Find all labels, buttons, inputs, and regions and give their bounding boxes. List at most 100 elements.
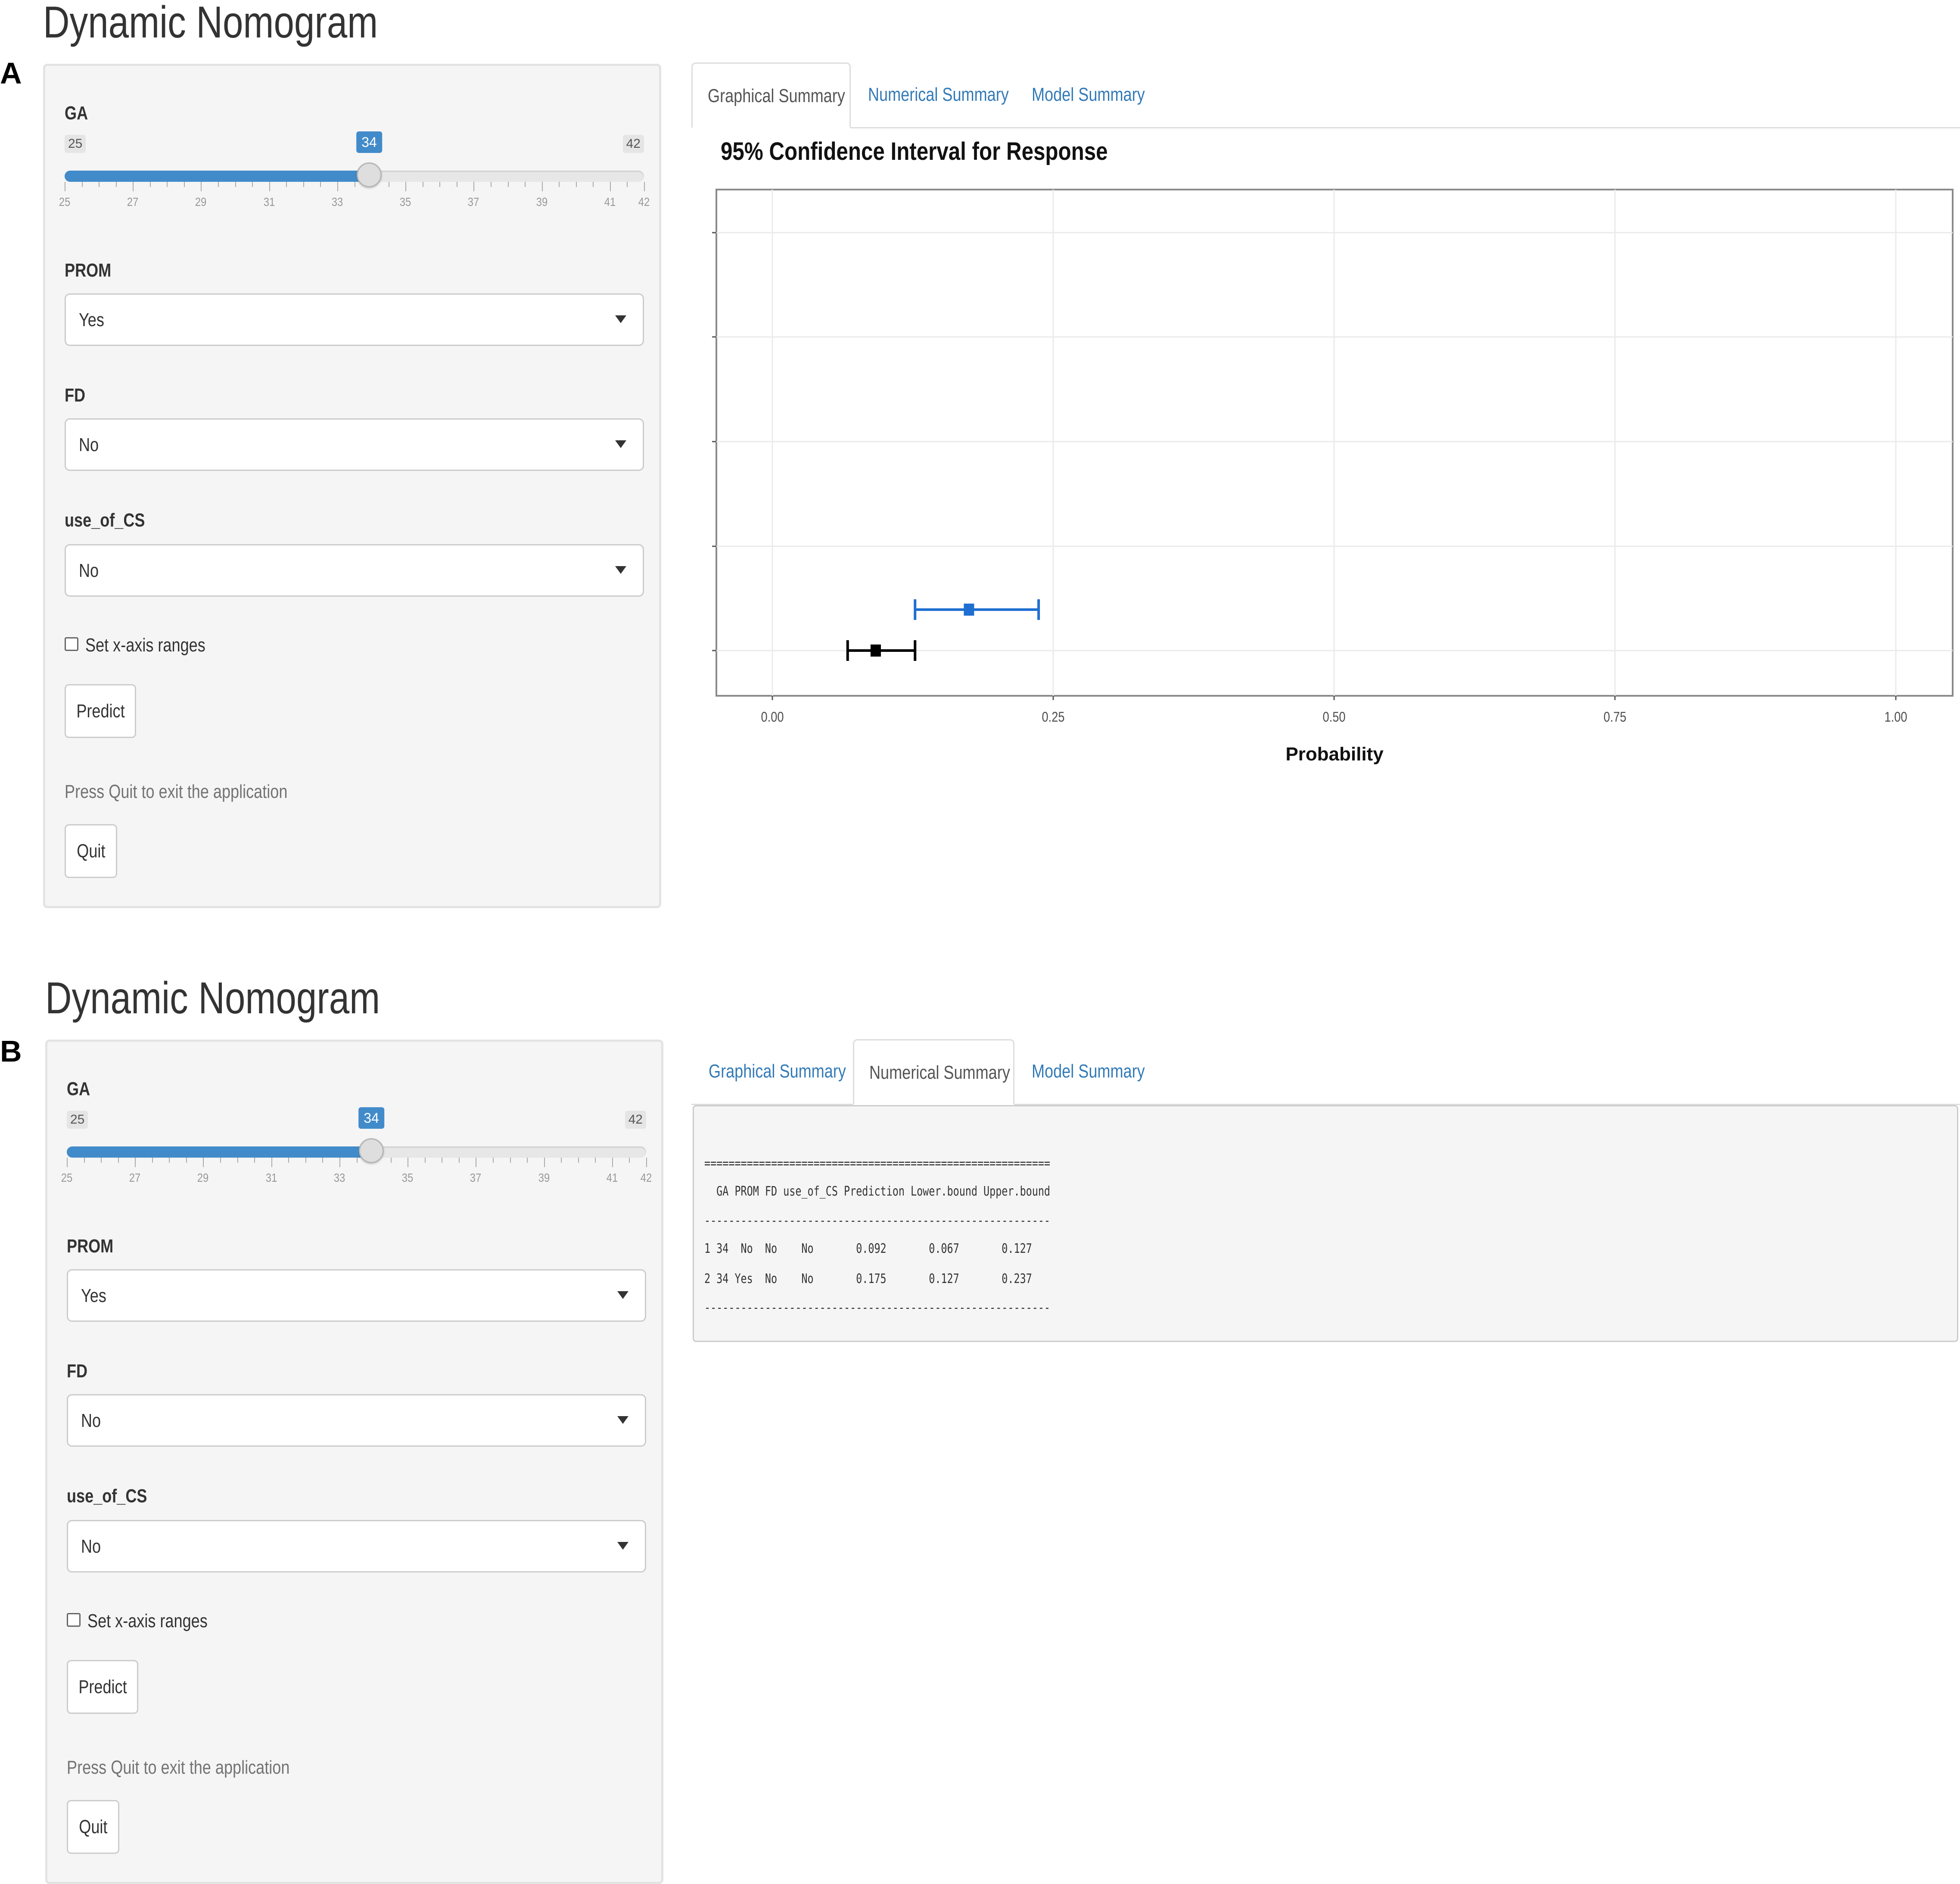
slider-tick xyxy=(629,1158,630,1163)
slider-tick xyxy=(118,1158,119,1163)
sidebar-panel: GA 25 42 34 25 27 29 31 33 35 37 39 41 42 PROM Ye… xyxy=(43,64,661,908)
quit-help-text: Press Quit to exit the application xyxy=(65,781,288,802)
slider-tick-label: 29 xyxy=(195,195,207,209)
slider-tick xyxy=(271,1158,272,1167)
tab-numerical-summary[interactable]: Numerical Summary xyxy=(851,62,1012,127)
slider-tick-label: 35 xyxy=(399,195,411,209)
tab-bar: Graphical Summary Numerical Summary Mode… xyxy=(691,1039,1960,1105)
slider-tick-label: 31 xyxy=(263,195,275,209)
slider-tick xyxy=(559,182,560,187)
slider-tick xyxy=(544,1158,545,1167)
slider-fill xyxy=(67,1146,371,1158)
output-line: 1 34 No No No 0.092 0.067 0.127 xyxy=(704,1241,1032,1256)
slider-tick xyxy=(646,1158,647,1167)
use-of-cs-label: use_of_CS xyxy=(67,1485,147,1507)
slider-tick-label: 41 xyxy=(604,195,616,209)
x-tick-label: 0.75 xyxy=(1604,710,1627,725)
fd-select-value: No xyxy=(79,434,99,455)
slider-tick xyxy=(99,182,100,187)
slider-tick xyxy=(593,182,594,187)
fd-label: FD xyxy=(65,385,86,406)
chevron-down-icon xyxy=(617,1291,628,1299)
tab-graphical-summary[interactable]: Graphical Summary xyxy=(691,62,851,128)
slider-tick-label: 33 xyxy=(333,1171,345,1184)
slider-tick xyxy=(237,1158,238,1163)
slider-tick xyxy=(84,1158,85,1163)
slider-tick-label: 41 xyxy=(606,1171,618,1184)
ga-slider[interactable]: 25 42 34 25 27 29 31 33 35 37 39 41 42 xyxy=(59,131,650,217)
output-line: GA PROM FD use_of_CS Prediction Lower.bo… xyxy=(704,1184,1051,1199)
fd-select[interactable]: No xyxy=(67,1394,646,1447)
tab-graphical-summary[interactable]: Graphical Summary xyxy=(691,1039,853,1104)
app-title: Dynamic Nomogram xyxy=(43,0,378,47)
checkbox-box[interactable] xyxy=(65,637,78,651)
quit-button[interactable]: Quit xyxy=(67,1800,119,1854)
chevron-down-icon xyxy=(615,315,626,323)
xaxis-ranges-checkbox[interactable]: Set x-axis ranges xyxy=(65,635,323,656)
fd-select-value: No xyxy=(81,1410,101,1431)
x-axis-label: Probability xyxy=(1285,744,1384,765)
prom-label: PROM xyxy=(65,260,112,281)
slider-tick xyxy=(167,182,168,187)
x-tick-label: 0.25 xyxy=(1042,710,1065,725)
xaxis-ranges-checkbox[interactable]: Set x-axis ranges xyxy=(67,1610,325,1632)
output-line: ----------------------------------------… xyxy=(704,1300,1051,1315)
slider-tick xyxy=(525,182,526,187)
slider-tick xyxy=(561,1158,562,1163)
slider-tick xyxy=(541,182,543,191)
output-line: ========================================… xyxy=(704,1156,1051,1171)
slider-tick xyxy=(305,1158,306,1163)
prom-select[interactable]: Yes xyxy=(67,1269,646,1322)
prom-select-value: Yes xyxy=(81,1285,106,1306)
slider-tick xyxy=(67,1158,68,1167)
use-of-cs-select-value: No xyxy=(79,560,99,581)
tab-numerical-summary[interactable]: Numerical Summary xyxy=(853,1039,1014,1105)
ga-slider[interactable]: 25 42 34 25 27 29 31 33 35 37 39 41 42 xyxy=(61,1107,652,1193)
tab-model-summary[interactable]: Model Summary xyxy=(1014,1039,1161,1104)
checkbox-label: Set x-axis ranges xyxy=(87,1610,208,1632)
slider-handle[interactable] xyxy=(357,162,382,187)
chevron-down-icon xyxy=(617,1416,628,1424)
slider-value-label: 34 xyxy=(358,1107,384,1129)
use-of-cs-select[interactable]: No xyxy=(67,1520,646,1573)
prom-select[interactable]: Yes xyxy=(65,293,644,346)
slider-tick-label: 25 xyxy=(61,1171,73,1184)
tab-bar: Graphical Summary Numerical Summary Mode… xyxy=(691,62,1960,128)
slider-tick-label: 33 xyxy=(331,195,343,209)
chevron-down-icon xyxy=(615,566,626,574)
predict-button[interactable]: Predict xyxy=(65,684,136,738)
app-title: Dynamic Nomogram xyxy=(45,973,380,1023)
slider-tick xyxy=(627,182,628,187)
ga-label: GA xyxy=(67,1078,90,1099)
slider-tick xyxy=(339,1158,340,1167)
slider-tick xyxy=(303,182,304,187)
slider-tick xyxy=(356,1158,358,1163)
slider-tick xyxy=(254,1158,255,1163)
slider-tick xyxy=(473,182,475,191)
x-tick-label: 1.00 xyxy=(1885,710,1907,725)
slider-tick xyxy=(610,182,611,191)
slider-tick-label: 37 xyxy=(468,195,479,209)
slider-tick xyxy=(218,182,219,187)
checkbox-box[interactable] xyxy=(67,1613,81,1627)
slider-tick xyxy=(288,1158,289,1163)
panel-letter: A xyxy=(0,56,22,90)
slider-tick-label: 37 xyxy=(470,1171,482,1184)
use-of-cs-select[interactable]: No xyxy=(65,544,644,597)
predict-button[interactable]: Predict xyxy=(67,1660,138,1714)
numerical-summary-output: ========================================… xyxy=(693,1105,1958,1342)
slider-tick xyxy=(235,182,236,187)
slider-tick xyxy=(510,1158,511,1163)
quit-button[interactable]: Quit xyxy=(65,824,117,878)
slider-tick-label: 35 xyxy=(401,1171,414,1184)
slider-handle[interactable] xyxy=(359,1138,384,1163)
tab-model-summary[interactable]: Model Summary xyxy=(1012,62,1159,127)
slider-tick xyxy=(527,1158,528,1163)
slider-max-label: 42 xyxy=(622,135,644,153)
slider-tick xyxy=(149,182,151,187)
slider-tick xyxy=(458,1158,460,1163)
slider-tick-label: 31 xyxy=(265,1171,277,1184)
use-of-cs-select-value: No xyxy=(81,1536,101,1557)
slider-tick-label: 42 xyxy=(638,195,650,209)
fd-select[interactable]: No xyxy=(65,418,644,471)
